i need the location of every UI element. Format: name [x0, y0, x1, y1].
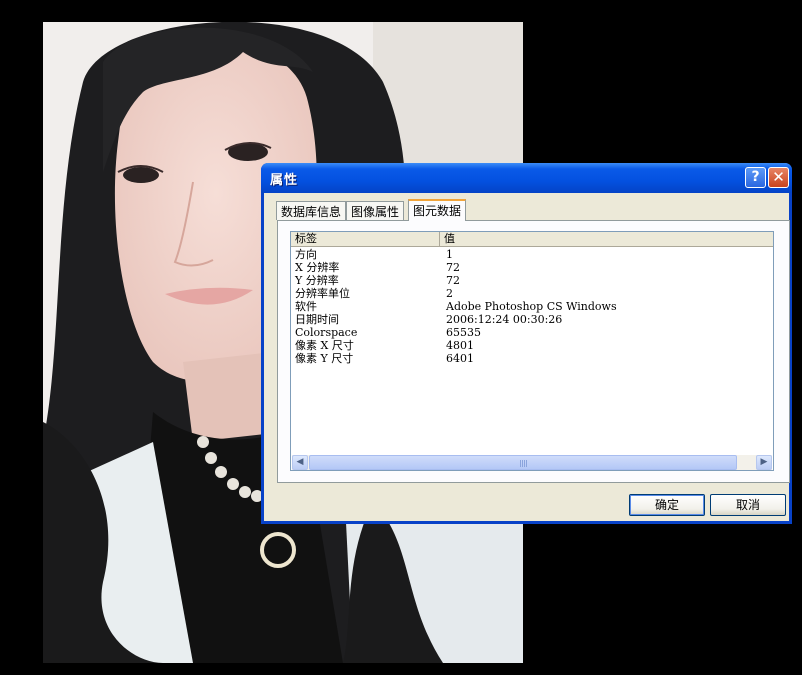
metadata-listview[interactable]: 标签 值 方向 1 X 分辨率 72 Y 分辨率 72 分辨率单位 2 软件 A…: [290, 231, 774, 471]
ok-button[interactable]: 确定: [629, 494, 705, 516]
help-icon[interactable]: ?: [745, 167, 766, 188]
row-value: 72: [446, 261, 460, 274]
close-icon[interactable]: ✕: [768, 167, 789, 188]
table-row[interactable]: 分辨率单位 2: [291, 287, 773, 300]
row-label: 方向: [295, 248, 317, 261]
row-value: 2: [446, 287, 453, 300]
table-row[interactable]: 像素 Y 尺寸 6401: [291, 352, 773, 365]
table-row[interactable]: 日期时间 2006:12:24 00:30:26: [291, 313, 773, 326]
tab-database-info[interactable]: 数据库信息: [276, 201, 347, 220]
row-value: Adobe Photoshop CS Windows: [446, 300, 617, 313]
row-value: 65535: [446, 326, 481, 339]
column-header-label[interactable]: 标签: [291, 232, 440, 246]
table-row[interactable]: 方向 1: [291, 248, 773, 261]
scroll-left-icon[interactable]: ◀: [292, 455, 308, 470]
dialog-titlebar[interactable]: 属性 ? ✕: [261, 163, 792, 193]
row-value: 6401: [446, 352, 474, 365]
properties-dialog: 属性 ? ✕ 数据库信息 图像属性 图元数据 标签 值 方向 1 X 分辨率 7…: [261, 163, 792, 524]
row-value: 2006:12:24 00:30:26: [446, 313, 563, 326]
row-value: 4801: [446, 339, 474, 352]
row-label: 像素 Y 尺寸: [295, 352, 354, 365]
horizontal-scrollbar[interactable]: ◀ ▶: [292, 455, 772, 470]
row-label: X 分辨率: [295, 261, 340, 274]
grip-icon: [520, 460, 528, 467]
listview-header: 标签 值: [291, 232, 773, 247]
tab-metadata[interactable]: 图元数据: [408, 199, 467, 221]
row-value: 72: [446, 274, 460, 287]
tab-panel: 标签 值 方向 1 X 分辨率 72 Y 分辨率 72 分辨率单位 2 软件 A…: [277, 220, 790, 483]
table-row[interactable]: Y 分辨率 72: [291, 274, 773, 287]
row-label: 像素 X 尺寸: [295, 339, 354, 352]
scrollbar-thumb[interactable]: [309, 455, 737, 470]
cancel-button[interactable]: 取消: [710, 494, 786, 516]
tab-image-properties[interactable]: 图像属性: [346, 201, 405, 220]
table-row[interactable]: 软件 Adobe Photoshop CS Windows: [291, 300, 773, 313]
row-label: Y 分辨率: [295, 274, 339, 287]
dialog-title: 属性: [270, 173, 299, 188]
table-row[interactable]: X 分辨率 72: [291, 261, 773, 274]
column-header-value[interactable]: 值: [440, 232, 773, 246]
row-label: 分辨率单位: [295, 287, 350, 300]
row-label: Colorspace: [295, 326, 358, 339]
table-row[interactable]: 像素 X 尺寸 4801: [291, 339, 773, 352]
scroll-right-icon[interactable]: ▶: [756, 455, 772, 470]
table-row[interactable]: Colorspace 65535: [291, 326, 773, 339]
row-value: 1: [446, 248, 453, 261]
row-label: 软件: [295, 300, 317, 313]
row-label: 日期时间: [295, 313, 339, 326]
